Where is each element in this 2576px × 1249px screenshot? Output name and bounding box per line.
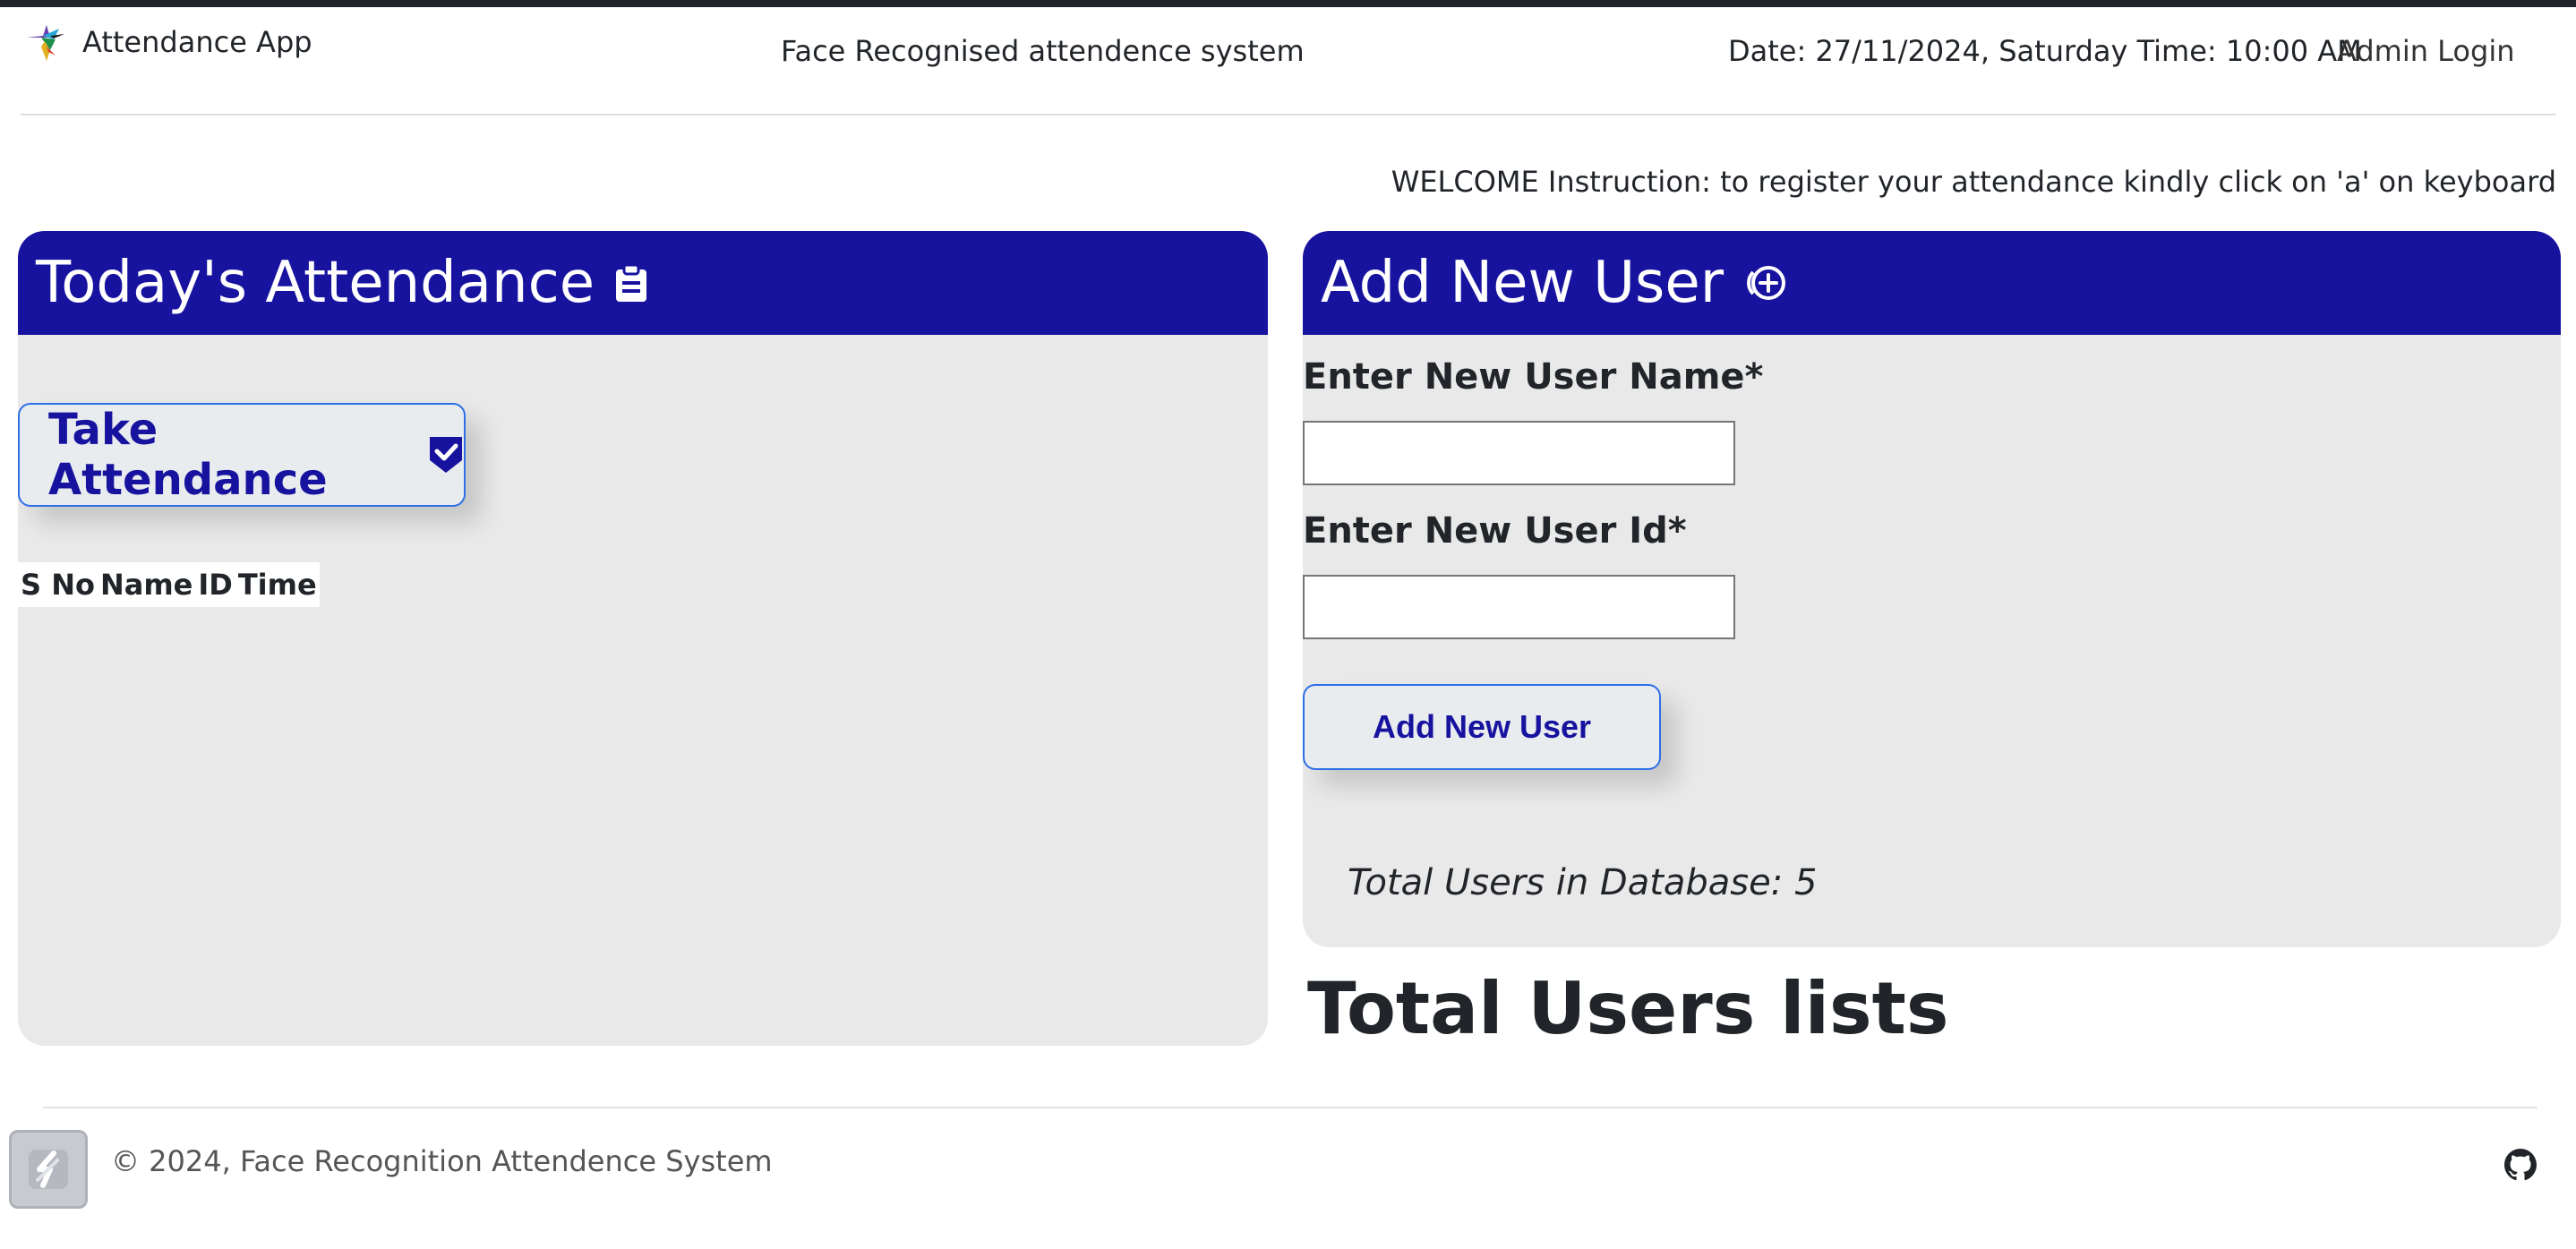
take-attendance-button[interactable]: Take Attendance: [18, 403, 466, 507]
col-header-time: Time: [237, 568, 317, 602]
total-users-count: Total Users in Database: 5: [1348, 862, 1818, 903]
hummingbird-logo-icon: [27, 25, 64, 61]
user-id-input[interactable]: [1303, 575, 1735, 639]
date-time-display: Date: 27/11/2024, Saturday Time: 10:00 A…: [1728, 34, 2362, 68]
col-header-id: ID: [198, 568, 233, 602]
navbar: Attendance App Face Recognised attendenc…: [0, 7, 2576, 115]
nav-divider: [21, 114, 2556, 115]
attendance-table-header-row: S No Name ID Time: [18, 562, 320, 607]
col-header-name: Name: [99, 568, 193, 602]
clipboard-icon: [614, 264, 648, 302]
todays-attendance-card: Today's Attendance Take Attendance S No …: [18, 231, 1268, 1046]
take-attendance-label: Take Attendance: [48, 405, 328, 505]
add-new-user-button[interactable]: Add New User: [1303, 684, 1661, 770]
user-name-label: Enter New User Name*: [1303, 356, 1764, 398]
system-title: Face Recognised attendence system: [781, 34, 1305, 68]
github-link[interactable]: [2504, 1149, 2537, 1181]
user-id-label: Enter New User Id*: [1303, 510, 1687, 552]
user-name-input[interactable]: [1303, 421, 1735, 485]
app-badge-icon[interactable]: [9, 1130, 88, 1209]
plus-circle-icon: [1743, 263, 1790, 303]
top-accent-bar: [0, 0, 2576, 7]
attendance-card-header: Today's Attendance: [18, 231, 1268, 335]
add-new-user-card: Add New User Enter New User Name* Enter …: [1303, 231, 2561, 947]
brand-text: Attendance App: [82, 25, 312, 59]
col-header-sno: S No: [21, 568, 95, 602]
add-user-card-title: Add New User: [1321, 250, 1724, 316]
add-user-card-header: Add New User: [1303, 231, 2561, 335]
attendance-card-title: Today's Attendance: [36, 250, 595, 316]
footer-copyright: © 2024, Face Recognition Attendence Syst…: [111, 1144, 773, 1178]
attendance-table: S No Name ID Time: [18, 562, 320, 607]
admin-login-link[interactable]: Admin Login: [2337, 34, 2514, 68]
brand-link[interactable]: Attendance App: [23, 20, 312, 64]
shield-check-icon: [428, 435, 464, 475]
welcome-instruction: WELCOME Instruction: to register your at…: [1391, 165, 2556, 199]
github-icon: [2504, 1149, 2537, 1181]
footer-divider: [43, 1107, 2537, 1108]
total-users-list-heading: Total Users lists: [1307, 967, 1949, 1050]
